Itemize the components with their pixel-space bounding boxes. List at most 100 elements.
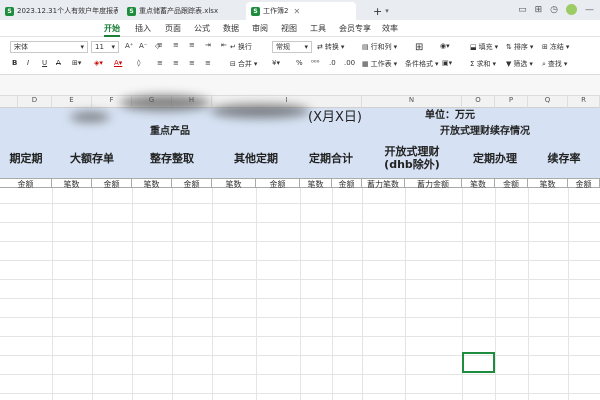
- wrap-text-button[interactable]: ↵ 换行: [230, 42, 252, 52]
- title-date-suffix: (X月X日): [308, 109, 362, 125]
- convert-icon: ⇄: [317, 43, 323, 51]
- menu-data[interactable]: 数据: [223, 23, 239, 34]
- document-tab-3-active[interactable]: S 工作簿2 ✕: [246, 2, 356, 20]
- shrink-font-icon[interactable]: A⁻: [139, 42, 147, 50]
- group-header-open-finance: 开放式理财续存情况: [440, 126, 530, 138]
- window-controls: ▭ ⊞ ◷ —: [518, 4, 594, 15]
- subheader-cell: 笔数: [528, 178, 568, 189]
- filter-icon: ▼: [506, 60, 512, 68]
- border-icon[interactable]: ⊞▾: [72, 59, 81, 67]
- subheader-cell: 笔数: [212, 178, 256, 189]
- blurred-region: [70, 112, 110, 122]
- menu-efficiency[interactable]: 效率: [382, 23, 398, 34]
- header-large-cd: 大额存单: [70, 151, 114, 165]
- menu-view[interactable]: 视图: [281, 23, 297, 34]
- cell-style-icon[interactable]: ◉▾: [440, 42, 450, 50]
- history-icon[interactable]: ◷: [550, 5, 558, 15]
- align-middle-icon[interactable]: ≡: [173, 41, 179, 49]
- document-tab-2[interactable]: S 重点储蓄产品跟踪表.xlsx: [122, 2, 242, 20]
- header-open-finance: 开放式理财(dhb除外): [384, 145, 440, 171]
- menu-member[interactable]: 会员专享: [339, 23, 371, 34]
- worksheet-icon: ▦: [362, 60, 369, 68]
- column-header[interactable]: P: [495, 96, 528, 108]
- increase-decimal-icon[interactable]: .0: [329, 59, 336, 67]
- chevron-down-icon[interactable]: ▾: [385, 7, 389, 15]
- subheader-cell: 金额: [172, 178, 212, 189]
- menu-insert[interactable]: 插入: [135, 23, 151, 34]
- subheader-cell: 金额: [495, 178, 528, 189]
- filter-button[interactable]: ▼ 筛选 ▾: [506, 59, 533, 69]
- font-color-icon[interactable]: A▾: [114, 59, 122, 67]
- format-painter-icon[interactable]: ◊: [137, 59, 140, 67]
- menu-tools[interactable]: 工具: [310, 23, 326, 34]
- subheader-cell: 金额: [256, 178, 300, 189]
- font-name-select[interactable]: 宋体 ▾: [10, 41, 88, 53]
- rowcol-icon: ▤: [362, 43, 369, 51]
- column-header[interactable]: D: [18, 96, 52, 108]
- column-header[interactable]: Q: [528, 96, 568, 108]
- italic-icon[interactable]: I: [27, 59, 29, 67]
- formula-bar[interactable]: [0, 75, 600, 96]
- strikethrough-icon[interactable]: A: [56, 59, 61, 67]
- merge-icon: ⊟: [230, 60, 236, 68]
- menu-page[interactable]: 页面: [165, 23, 181, 34]
- select-all-corner[interactable]: [0, 96, 18, 108]
- align-center-icon[interactable]: ≡: [173, 59, 179, 67]
- cell-format-icon[interactable]: ▣▾: [442, 59, 452, 67]
- bold-icon[interactable]: B: [12, 59, 17, 67]
- number-format-select[interactable]: 常规 ▾: [272, 41, 312, 53]
- blurred-region: [120, 95, 210, 111]
- find-button[interactable]: ⌕ 查找 ▾: [542, 59, 567, 69]
- percent-icon[interactable]: %: [296, 59, 303, 67]
- close-tab-icon[interactable]: ✕: [293, 7, 300, 16]
- chevron-down-icon: ▾: [111, 43, 115, 51]
- align-bottom-icon[interactable]: ≡: [189, 41, 195, 49]
- worksheet-button[interactable]: ▦ 工作表 ▾: [362, 59, 397, 69]
- row-col-button[interactable]: ▤ 行和列 ▾: [362, 42, 397, 52]
- tablet-icon[interactable]: ▭: [518, 5, 527, 15]
- unit-label: 单位：万元: [425, 110, 475, 122]
- justify-icon[interactable]: ≡: [205, 59, 211, 67]
- fill-button[interactable]: ⬓ 填充 ▾: [470, 42, 498, 52]
- conditional-format-button[interactable]: 条件格式 ▾: [405, 59, 439, 69]
- grid-icon[interactable]: ⊞: [535, 5, 543, 15]
- document-tab-1[interactable]: S 2023.12.31个人有效户年度报表.xlsx: [0, 2, 118, 20]
- new-tab-button[interactable]: + ▾: [368, 2, 396, 20]
- align-right-icon[interactable]: ≡: [189, 59, 195, 67]
- column-header[interactable]: O: [462, 96, 495, 108]
- fill-icon: ⬓: [470, 43, 477, 51]
- menu-home[interactable]: 开始: [104, 23, 120, 37]
- sort-icon: ⇅: [506, 43, 512, 51]
- spreadsheet-icon: S: [251, 6, 260, 16]
- indent-icon[interactable]: ⇥: [205, 41, 211, 49]
- column-header[interactable]: R: [568, 96, 600, 108]
- align-top-icon[interactable]: ≡: [157, 41, 163, 49]
- sum-button[interactable]: Σ 求和 ▾: [470, 59, 496, 69]
- menu-review[interactable]: 审阅: [252, 23, 268, 34]
- merge-button[interactable]: ⊟ 合并 ▾: [230, 59, 257, 69]
- grow-font-icon[interactable]: A⁺: [125, 42, 133, 50]
- menu-formula[interactable]: 公式: [194, 23, 210, 34]
- selected-cell[interactable]: [462, 352, 495, 373]
- freeze-button[interactable]: ⊞ 冻结 ▾: [542, 42, 569, 52]
- wrap-icon: ↵: [230, 43, 236, 51]
- subheader-cell: 笔数: [300, 178, 332, 189]
- column-header[interactable]: E: [52, 96, 92, 108]
- subheader-cell: 金额: [332, 178, 362, 189]
- align-left-icon[interactable]: ≡: [157, 59, 163, 67]
- thousands-icon[interactable]: ⁰⁰⁰: [311, 59, 319, 67]
- column-header[interactable]: N: [362, 96, 462, 108]
- decrease-decimal-icon[interactable]: .00: [344, 59, 355, 67]
- minimize-icon[interactable]: —: [585, 5, 594, 15]
- currency-icon[interactable]: ¥▾: [272, 59, 280, 67]
- subheader-cell: 金额: [92, 178, 132, 189]
- convert-button[interactable]: ⇄ 转换 ▾: [317, 42, 344, 52]
- table-style-icon[interactable]: ⊞: [415, 42, 423, 53]
- underline-icon[interactable]: U: [42, 59, 47, 67]
- document-tab-bar: S 2023.12.31个人有效户年度报表.xlsx S 重点储蓄产品跟踪表.x…: [0, 0, 600, 20]
- avatar[interactable]: [566, 4, 577, 15]
- font-size-select[interactable]: 11 ▾: [91, 41, 119, 53]
- outdent-icon[interactable]: ⇤: [221, 41, 227, 49]
- sort-button[interactable]: ⇅ 排序 ▾: [506, 42, 533, 52]
- fill-color-icon[interactable]: ◈▾: [94, 59, 103, 67]
